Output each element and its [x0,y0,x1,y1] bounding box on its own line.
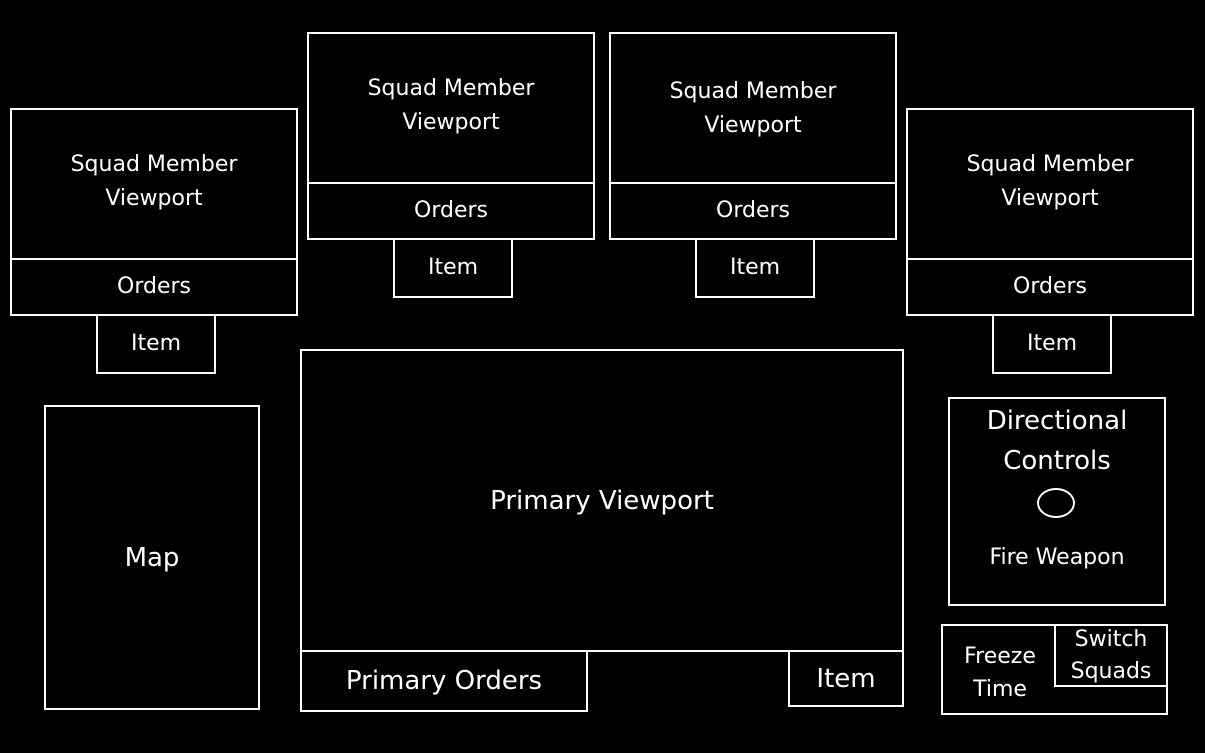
map-label: Map [124,542,180,573]
squad-item-1[interactable]: Item [96,314,216,374]
squad-item-4[interactable]: Item [992,314,1112,374]
primary-item-button[interactable]: Item [788,650,904,707]
viewport-label-line1: Squad Member [367,76,535,101]
viewport-label-line2: Viewport [402,110,500,135]
orders-label: Orders [1013,274,1087,299]
primary-item-label: Item [816,663,876,694]
switch-squads-button[interactable]: Switch Squads [1054,624,1168,687]
item-label: Item [1026,331,1078,356]
squad-orders-4[interactable]: Orders [906,258,1194,316]
orders-label: Orders [414,198,488,223]
viewport-label-line2: Viewport [105,186,203,211]
map-panel[interactable]: Map [44,405,260,710]
primary-orders-label: Primary Orders [345,666,543,696]
directional-controls-title: Directional Controls [986,406,1128,476]
item-label: Item [130,331,182,356]
viewport-label-line1: Squad Member [70,152,238,177]
item-label: Item [729,255,781,280]
squad-member-viewport-3[interactable]: Squad Member Viewport [609,32,897,185]
primary-viewport[interactable]: Primary Viewport [300,349,904,652]
item-label: Item [427,255,479,280]
viewport-label-line1: Squad Member [966,152,1134,177]
viewport-label-line2: Viewport [704,113,802,138]
orders-label: Orders [117,274,191,299]
squad-item-3[interactable]: Item [695,238,815,298]
orders-label: Orders [716,198,790,223]
squad-orders-3[interactable]: Orders [609,182,897,240]
viewport-label-line2: Viewport [1001,186,1099,211]
fire-button-icon[interactable] [1037,488,1075,518]
fire-weapon-label: Fire Weapon [989,545,1125,570]
freeze-time-label: Freeze Time [964,644,1036,702]
primary-viewport-label: Primary Viewport [490,485,714,516]
squad-orders-1[interactable]: Orders [10,258,298,316]
squad-member-viewport-1[interactable]: Squad Member Viewport [10,108,298,260]
squad-item-2[interactable]: Item [393,238,513,298]
squad-member-viewport-2[interactable]: Squad Member Viewport [307,32,595,185]
squad-orders-2[interactable]: Orders [307,182,595,240]
viewport-label-line1: Squad Member [669,79,837,104]
directional-controls-panel[interactable]: Directional Controls Fire Weapon [948,397,1166,606]
squad-member-viewport-4[interactable]: Squad Member Viewport [906,108,1194,260]
switch-squads-label: Switch Squads [1070,626,1152,684]
primary-orders-button[interactable]: Primary Orders [300,650,588,712]
